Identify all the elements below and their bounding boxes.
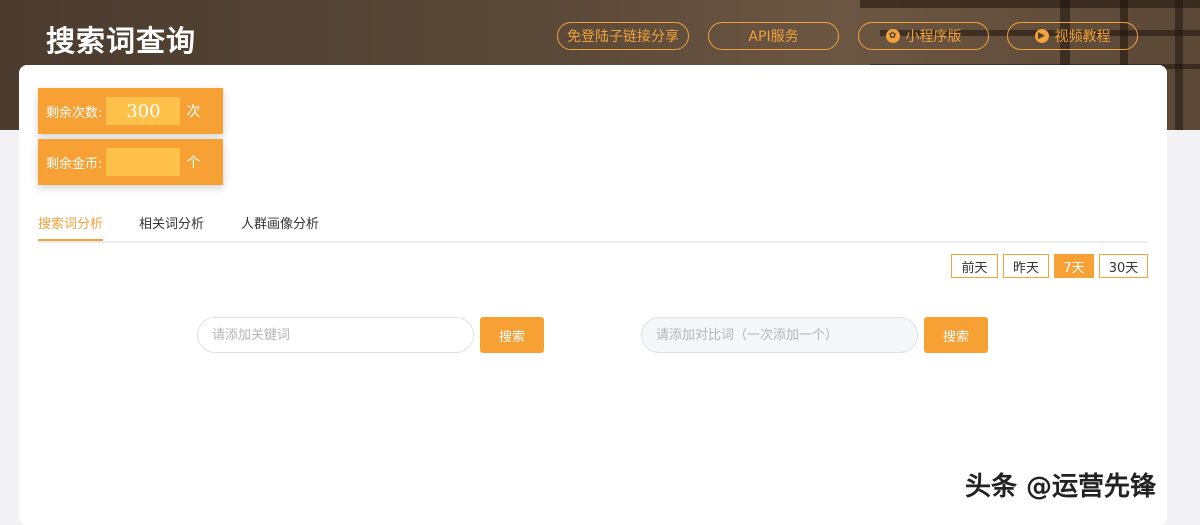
compare-search-button[interactable]: 搜索 (924, 317, 988, 353)
share-link-button[interactable]: 免登陆子链接分享 (557, 22, 689, 50)
tab-search-word-analysis[interactable]: 搜索词分析 (38, 213, 104, 241)
date-30days-button[interactable]: 30天 (1099, 254, 1148, 278)
banner-decoration (860, 0, 1200, 8)
remaining-count-value: 300 (106, 97, 181, 125)
remaining-coins-box: 剩余金币: 个 (38, 139, 223, 185)
date-7days-button[interactable]: 7天 (1054, 254, 1094, 278)
miniprogram-label: 小程序版 (905, 29, 962, 45)
remaining-coins-unit: 个 (186, 155, 201, 171)
remaining-coins-label: 剩余金币: (46, 156, 103, 172)
api-service-label: API服务 (748, 29, 799, 45)
analysis-tabs: 搜索词分析 相关词分析 人群画像分析 (38, 205, 1148, 243)
keyword-search-button[interactable]: 搜索 (480, 317, 544, 353)
miniprogram-button[interactable]: ✿ 小程序版 (858, 22, 989, 50)
miniprogram-icon: ✿ (885, 29, 900, 43)
keyword-input[interactable] (197, 317, 474, 353)
remaining-coins-value (106, 148, 181, 176)
video-tutorial-button[interactable]: ▶ 视频教程 (1007, 22, 1138, 50)
share-link-label: 免登陆子链接分享 (567, 29, 679, 45)
watermark: 头条 @运营先锋 (965, 472, 1157, 502)
api-service-button[interactable]: API服务 (708, 22, 839, 50)
page-title: 搜索词查询 (46, 24, 197, 58)
date-day-before-yesterday-button[interactable]: 前天 (951, 254, 998, 278)
remaining-count-box: 剩余次数: 300 次 (38, 88, 223, 134)
remaining-count-unit: 次 (186, 104, 201, 120)
video-icon: ▶ (1034, 29, 1049, 43)
tab-audience-profile-analysis[interactable]: 人群画像分析 (241, 213, 319, 239)
date-yesterday-button[interactable]: 昨天 (1003, 254, 1049, 278)
compare-word-input[interactable] (641, 317, 918, 353)
main-card: 剩余次数: 300 次 剩余金币: 个 搜索词分析 相关词分析 人群画像分析 前… (19, 65, 1167, 525)
tab-related-word-analysis[interactable]: 相关词分析 (139, 213, 204, 239)
video-tutorial-label: 视频教程 (1054, 29, 1111, 45)
remaining-count-label: 剩余次数: (46, 105, 103, 121)
